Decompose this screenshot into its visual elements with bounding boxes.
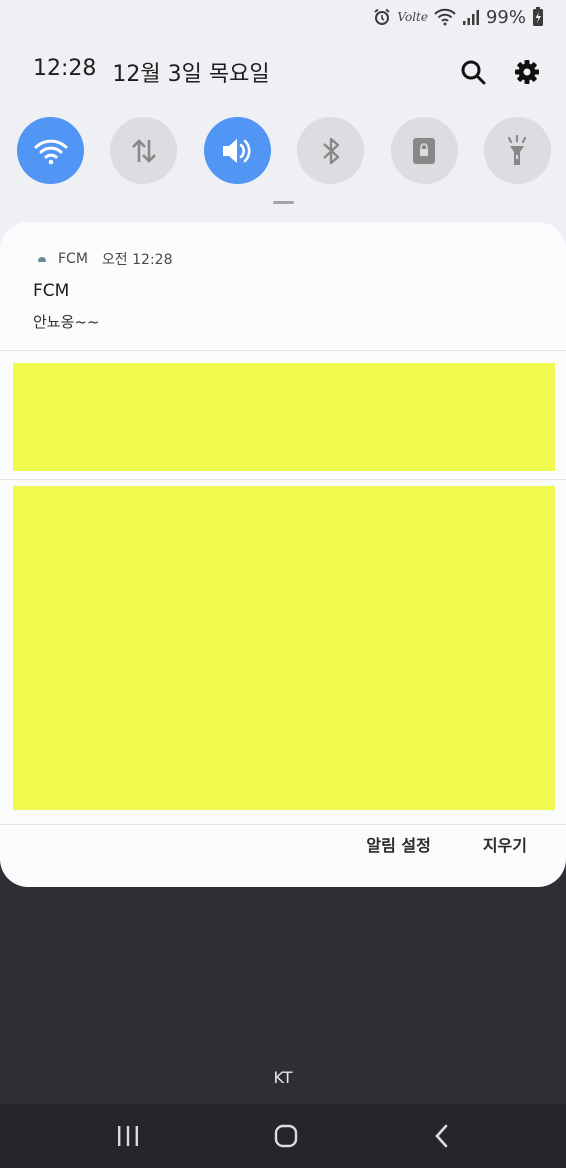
mobile-data-toggle[interactable] [110, 117, 178, 184]
signal-icon [462, 8, 480, 26]
flashlight-toggle[interactable] [483, 117, 551, 184]
header-actions [460, 59, 540, 85]
bluetooth-toggle[interactable] [297, 117, 365, 184]
battery-charging-icon [532, 7, 544, 27]
divider [0, 350, 566, 351]
notification-footer: 알림 설정 지우기 [366, 832, 527, 856]
notification-card: FCM 오전 12:28 FCM 안뇨옹~~ 알림 설정 지우기 [0, 222, 566, 887]
panel-drag-handle[interactable] [273, 201, 294, 204]
clock-time[interactable]: 12:28 [33, 56, 96, 88]
divider [0, 479, 566, 480]
fcm-notification[interactable]: FCM 오전 12:28 FCM 안뇨옹~~ [0, 222, 566, 350]
volte-icon: Volte [397, 10, 428, 24]
carrier-label: KT [273, 1068, 293, 1087]
sound-toggle[interactable] [203, 117, 271, 184]
flashlight-icon [508, 134, 527, 165]
battery-percent: 99% [485, 6, 526, 28]
clear-all-button[interactable]: 지우기 [483, 832, 527, 856]
redacted-notification [13, 486, 555, 810]
divider [0, 824, 566, 825]
notification-body: 안뇨옹~~ [33, 313, 100, 331]
portrait-lock-icon [413, 137, 436, 164]
app-name: FCM [58, 251, 88, 267]
notification-title: FCM [33, 281, 70, 301]
search-icon[interactable] [460, 59, 486, 85]
notification-time: 오전 12:28 [101, 252, 173, 268]
wifi-toggle[interactable] [17, 117, 84, 184]
status-bar: Volte 99% [373, 4, 544, 30]
portrait-lock-toggle[interactable] [390, 117, 458, 184]
panel-header: 12:28 12월 3일 목요일 [33, 56, 540, 88]
wifi-icon [34, 139, 67, 164]
date-label[interactable]: 12월 3일 목요일 [112, 56, 269, 88]
app-icon [38, 256, 46, 262]
quick-toggles [17, 117, 551, 184]
wifi-icon [434, 8, 456, 26]
speaker-icon [223, 138, 251, 163]
navigation-bar [0, 1104, 566, 1168]
notification-header: FCM 오전 12:28 [38, 249, 172, 269]
home-icon[interactable] [273, 1123, 299, 1149]
settings-gear-icon[interactable] [514, 59, 540, 85]
bluetooth-icon [322, 137, 339, 164]
data-arrows-icon [131, 138, 156, 163]
notification-settings-button[interactable]: 알림 설정 [366, 832, 430, 856]
redacted-notification [13, 363, 555, 471]
recent-apps-icon[interactable] [116, 1125, 140, 1147]
alarm-icon [373, 8, 391, 26]
back-icon[interactable] [432, 1123, 450, 1149]
date-time: 12:28 12월 3일 목요일 [33, 56, 270, 88]
